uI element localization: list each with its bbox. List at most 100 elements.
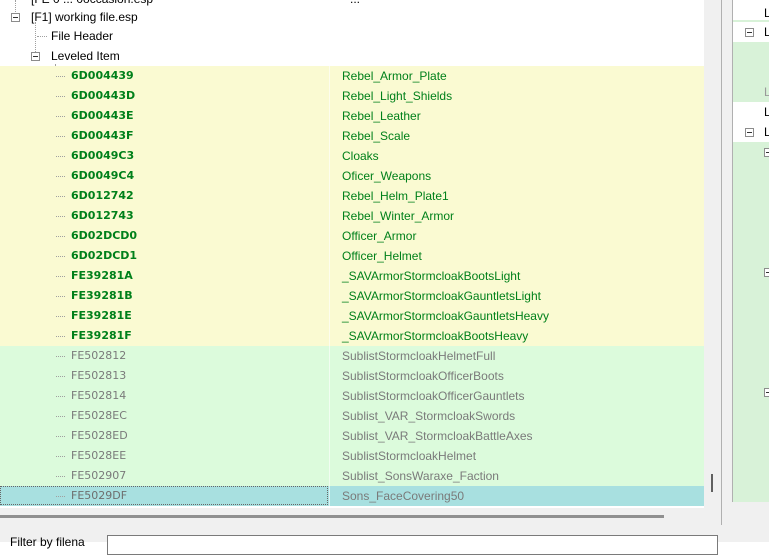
column-separator — [329, 486, 330, 506]
form-id-cell: FE5028EC — [71, 409, 127, 422]
form-id-cell: 6D00443F — [71, 129, 134, 142]
form-id-cell: 6D00443E — [71, 109, 134, 122]
column-separator — [329, 166, 330, 186]
form-id-cell: FE39281E — [71, 309, 132, 322]
editor-id-cell: _SAVArmorStormcloakBootsHeavy — [342, 329, 529, 343]
tree-guide-line — [56, 136, 65, 137]
editor-id-cell: Rebel_Leather — [342, 109, 421, 123]
form-id-cell: FE502813 — [71, 369, 127, 382]
table-row[interactable]: 6D012742 Rebel_Helm_Plate1 — [0, 186, 704, 206]
form-id-cell: 6D004439 — [71, 69, 134, 82]
column-separator — [329, 406, 330, 426]
table-row[interactable]: FE39281E _SAVArmorStormcloakGauntletsHeav… — [0, 306, 704, 326]
collapse-icon[interactable] — [764, 388, 769, 397]
table-row[interactable]: FE39281A _SAVArmorStormcloakBootsLight — [0, 266, 704, 286]
filter-input[interactable] — [107, 535, 718, 555]
column-separator — [329, 106, 330, 126]
editor-id-cell: Sublist_VAR_StormcloakSwords — [342, 409, 516, 423]
column-separator — [329, 246, 330, 266]
form-id-cell: FE5028ED — [71, 429, 128, 442]
editor-id-cell: SublistStormcloakOfficerGauntlets — [342, 389, 525, 403]
record-view-row[interactable]: L — [733, 102, 769, 122]
focus-cell — [0, 486, 328, 505]
table-row[interactable]: 6D00443F Rebel_Scale — [0, 126, 704, 146]
column-separator — [329, 366, 330, 386]
editor-id-cell: Rebel_Winter_Armor — [342, 209, 455, 223]
editor-id-cell: Oficer_Weapons — [342, 169, 432, 183]
record-view-row[interactable]: L — [733, 82, 769, 102]
collapse-icon[interactable] — [764, 268, 769, 277]
record-view-row[interactable]: L — [733, 22, 769, 42]
table-row[interactable]: FE39281B _SAVArmorStormcloakGauntletsLigh… — [0, 286, 704, 306]
table-row[interactable]: 6D0049C4 Oficer_Weapons — [0, 166, 704, 186]
collapse-icon[interactable] — [745, 128, 754, 137]
panel-splitter[interactable] — [722, 0, 732, 542]
tree-guide-line — [56, 356, 65, 357]
form-id-cell: FE502907 — [71, 469, 127, 482]
column-separator — [329, 186, 330, 206]
table-row[interactable]: 6D00443D Rebel_Light_Shields — [0, 86, 704, 106]
horizontal-scrollbar[interactable] — [0, 508, 721, 525]
table-row[interactable]: 6D02DCD1 Officer_Helmet — [0, 246, 704, 266]
tree-row-leveled-item[interactable]: Leveled Item — [0, 46, 704, 66]
tree-guide-line — [56, 76, 65, 77]
table-row-selected[interactable]: FE5029DF Sons_FaceCovering50 — [0, 486, 704, 506]
editor-id-cell: Officer_Helmet — [342, 249, 422, 263]
record-view-label: L — [764, 82, 769, 102]
tree-guide-line — [56, 436, 65, 437]
filter-label: Filter by filena — [10, 535, 85, 549]
tree-guide-line — [56, 496, 65, 497]
tree-guide-line — [56, 416, 65, 417]
form-id-cell: FE5029DF — [71, 489, 128, 502]
form-id-cell: FE39281A — [71, 269, 133, 282]
record-view-label: L — [764, 102, 769, 122]
table-row[interactable]: 6D0049C3 Cloaks — [0, 146, 704, 166]
collapse-icon[interactable] — [764, 148, 769, 157]
editor-id-cell: _SAVArmorStormcloakGauntletsHeavy — [342, 309, 549, 323]
record-tree[interactable]: [FE 0 ... 0occasion.esp ... [F1] working… — [0, 0, 704, 508]
table-row[interactable]: FE502814 SublistStormcloakOfficerGauntlet… — [0, 386, 704, 406]
filter-bar: Filter by filena — [0, 525, 722, 555]
tree-row-file-header[interactable]: File Header — [0, 26, 704, 46]
leveled-item-group-label: Leveled Item — [51, 49, 120, 63]
record-view-row[interactable]: L — [733, 0, 769, 20]
column-separator — [329, 206, 330, 226]
record-view-label: L — [764, 22, 769, 42]
editor-id-cell: Rebel_Helm_Plate1 — [342, 189, 449, 203]
column-separator — [329, 446, 330, 466]
table-row[interactable]: FE502907 Sublist_SonsWaraxe_Faction — [0, 466, 704, 486]
table-row[interactable]: 6D02DCD0 Officer_Armor — [0, 226, 704, 246]
form-id-cell: 6D00443D — [71, 89, 136, 102]
collapse-icon[interactable] — [11, 13, 20, 22]
collapse-icon[interactable] — [31, 52, 40, 61]
table-row[interactable]: 6D004439 Rebel_Armor_Plate — [0, 66, 704, 86]
table-row[interactable]: FE39281F _SAVArmorStormcloakBootsHeavy — [0, 326, 704, 346]
table-row[interactable]: FE5028EE SublistStormcloakHelmet — [0, 446, 704, 466]
tree-guide-line — [56, 236, 65, 237]
table-row[interactable]: FE502813 SublistStormcloakOfficerBoots — [0, 366, 704, 386]
editor-id-cell: _SAVArmorStormcloakBootsLight — [342, 269, 521, 283]
tree-row-file[interactable]: [F1] working file.esp — [0, 7, 704, 27]
record-view-row[interactable]: L — [733, 122, 769, 142]
column-separator — [329, 266, 330, 286]
table-row[interactable]: FE502812 SublistStormcloakHelmetFull — [0, 346, 704, 366]
table-row[interactable]: 6D012743 Rebel_Winter_Armor — [0, 206, 704, 226]
editor-id-cell: Officer_Armor — [342, 229, 417, 243]
tree-guide-line — [56, 316, 65, 317]
column-separator — [329, 326, 330, 346]
table-row[interactable]: FE5028ED Sublist_VAR_StormcloakBattleAxes — [0, 426, 704, 446]
tree-guide-line — [56, 376, 65, 377]
tree-guide-line — [56, 216, 65, 217]
editor-id-cell: Sublist_SonsWaraxe_Faction — [342, 469, 499, 483]
vertical-scrollbar[interactable] — [704, 0, 721, 508]
table-row[interactable]: 6D00443E Rebel_Leather — [0, 106, 704, 126]
record-view-label: L — [764, 3, 769, 23]
horizontal-scrollbar-thumb[interactable] — [0, 515, 664, 518]
form-id-cell: 6D012743 — [71, 209, 134, 222]
table-row[interactable]: FE5028EC Sublist_VAR_StormcloakSwords — [0, 406, 704, 426]
collapse-icon[interactable] — [745, 28, 754, 37]
tree-guide-line — [56, 456, 65, 457]
record-view-panel[interactable]: L L L L L — [732, 0, 769, 502]
vertical-scrollbar-thumb[interactable] — [711, 474, 713, 492]
record-view-footer — [732, 502, 769, 542]
